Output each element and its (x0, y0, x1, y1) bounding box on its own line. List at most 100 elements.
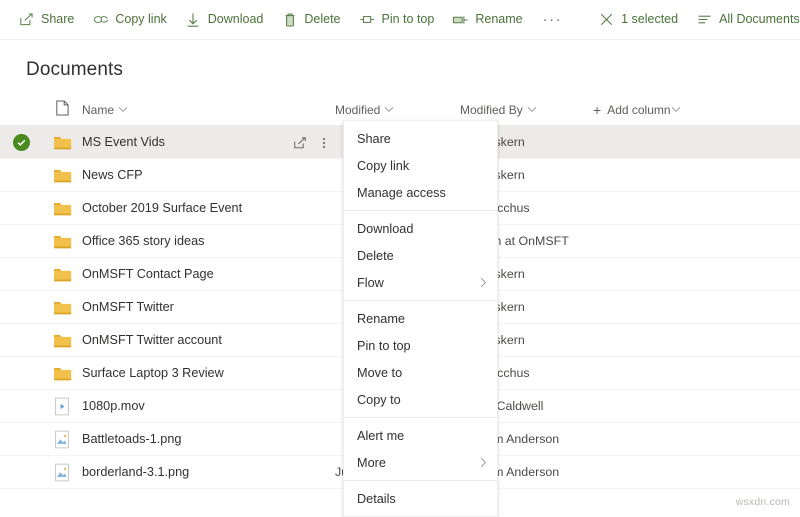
delete-label: Delete (304, 12, 341, 27)
row-checkbox[interactable] (0, 133, 42, 151)
share-icon (18, 11, 35, 28)
menu-item-label: Manage access (357, 185, 446, 200)
row-action-buttons (288, 126, 336, 159)
row-name-cell[interactable]: Battletoads-1.png (82, 432, 335, 446)
page-title: Documents (26, 59, 123, 80)
menu-item-flow[interactable]: Flow (344, 269, 497, 296)
menu-divider (344, 300, 497, 301)
row-name-cell[interactable]: News CFP (82, 168, 335, 182)
modified-column-header[interactable]: Modified (335, 103, 460, 117)
chevron-down-icon (671, 104, 682, 115)
menu-item-copy-link[interactable]: Copy link (344, 152, 497, 179)
pin-icon (359, 11, 376, 28)
row-context-menu: Share Copy link Manage access Download Delet… (343, 120, 498, 517)
menu-item-alert-me[interactable]: Alert me (344, 422, 497, 449)
menu-item-label: Details (357, 491, 396, 506)
rename-label: Rename (475, 12, 523, 27)
row-type-icon-cell (42, 397, 82, 416)
row-more-button[interactable] (312, 131, 336, 155)
add-column-label: Add column (607, 102, 671, 117)
row-checkbox[interactable] (0, 464, 42, 480)
row-name-cell[interactable]: October 2019 Surface Event (82, 201, 335, 215)
chevron-down-icon (527, 104, 538, 115)
rename-button[interactable]: Rename (444, 4, 530, 36)
menu-item-label: Flow (357, 275, 384, 290)
menu-item-pin-to-top[interactable]: Pin to top (344, 332, 497, 359)
image-file-icon (54, 430, 70, 449)
share-button[interactable]: Share (10, 4, 82, 36)
row-name-label: Battletoads-1.png (82, 432, 182, 446)
view-selector-button[interactable]: All Documents (688, 4, 800, 36)
row-name-label: Surface Laptop 3 Review (82, 366, 224, 380)
menu-item-rename[interactable]: Rename (344, 305, 497, 332)
menu-item-copy-to[interactable]: Copy to (344, 386, 497, 413)
chevron-down-icon (118, 104, 129, 115)
row-name-label: News CFP (82, 168, 143, 182)
folder-icon (53, 134, 72, 150)
add-column-header[interactable]: + Add column (593, 103, 800, 117)
modified-by-column-header[interactable]: Modified By (460, 103, 593, 117)
copy-link-label: Copy link (115, 12, 167, 27)
row-name-cell[interactable]: OnMSFT Twitter (82, 300, 335, 314)
row-checkbox[interactable] (0, 299, 42, 315)
menu-item-download[interactable]: Download (344, 215, 497, 242)
row-checkbox[interactable] (0, 365, 42, 381)
menu-item-details[interactable]: Details (344, 485, 497, 512)
row-name-label: borderland-3.1.png (82, 465, 190, 479)
row-checkbox[interactable] (0, 398, 42, 414)
row-type-icon-cell (42, 233, 82, 249)
row-checkbox[interactable] (0, 167, 42, 183)
selection-count-button[interactable]: 1 selected (590, 4, 686, 36)
folder-icon (53, 200, 72, 216)
close-x-icon (598, 11, 615, 28)
menu-item-label: Move to (357, 365, 403, 380)
image-file-icon (54, 463, 70, 482)
download-label: Download (207, 12, 264, 27)
document-icon (55, 100, 69, 119)
type-column-header[interactable] (42, 100, 82, 119)
menu-divider (344, 417, 497, 418)
row-type-icon-cell (42, 167, 82, 183)
row-name-cell[interactable]: OnMSFT Contact Page (82, 267, 335, 281)
chevron-down-icon (384, 104, 395, 115)
selection-count-label: 1 selected (621, 12, 679, 27)
download-button[interactable]: Download (177, 4, 272, 36)
menu-item-label: Delete (357, 248, 394, 263)
delete-button[interactable]: Delete (273, 4, 348, 36)
menu-item-more[interactable]: More (344, 449, 497, 476)
name-column-label: Name (82, 102, 115, 117)
row-name-cell[interactable]: OnMSFT Twitter account (82, 333, 335, 347)
folder-icon (53, 299, 72, 315)
row-name-cell[interactable]: 1080p.mov (82, 399, 335, 413)
row-type-icon-cell (42, 365, 82, 381)
command-bar: Share Copy link Download Delete Pin to t… (0, 0, 800, 40)
row-type-icon-cell (42, 332, 82, 348)
row-checkbox[interactable] (0, 200, 42, 216)
plus-icon: + (593, 101, 602, 118)
copy-link-button[interactable]: Copy link (84, 4, 174, 36)
menu-item-share[interactable]: Share (344, 125, 497, 152)
modified-column-label: Modified (335, 102, 381, 117)
row-name-cell[interactable]: Office 365 story ideas (82, 234, 335, 248)
chevron-right-icon (480, 457, 487, 468)
more-commands-button[interactable]: ··· (533, 4, 573, 36)
pin-to-top-button[interactable]: Pin to top (351, 4, 443, 36)
row-name-cell[interactable]: Surface Laptop 3 Review (82, 366, 335, 380)
row-share-button[interactable] (288, 131, 312, 155)
menu-item-manage-access[interactable]: Manage access (344, 179, 497, 206)
chevron-right-icon (480, 277, 487, 288)
menu-item-delete[interactable]: Delete (344, 242, 497, 269)
row-checkbox[interactable] (0, 266, 42, 282)
row-type-icon-cell (42, 266, 82, 282)
menu-item-move-to[interactable]: Move to (344, 359, 497, 386)
row-name-label: 1080p.mov (82, 399, 145, 413)
folder-icon (53, 365, 72, 381)
row-name-cell[interactable]: borderland-3.1.png (82, 465, 335, 479)
folder-icon (53, 332, 72, 348)
menu-item-label: Copy link (357, 158, 410, 173)
trash-icon (281, 11, 298, 28)
row-checkbox[interactable] (0, 332, 42, 348)
row-checkbox[interactable] (0, 233, 42, 249)
row-checkbox[interactable] (0, 431, 42, 447)
name-column-header[interactable]: Name (82, 103, 335, 117)
